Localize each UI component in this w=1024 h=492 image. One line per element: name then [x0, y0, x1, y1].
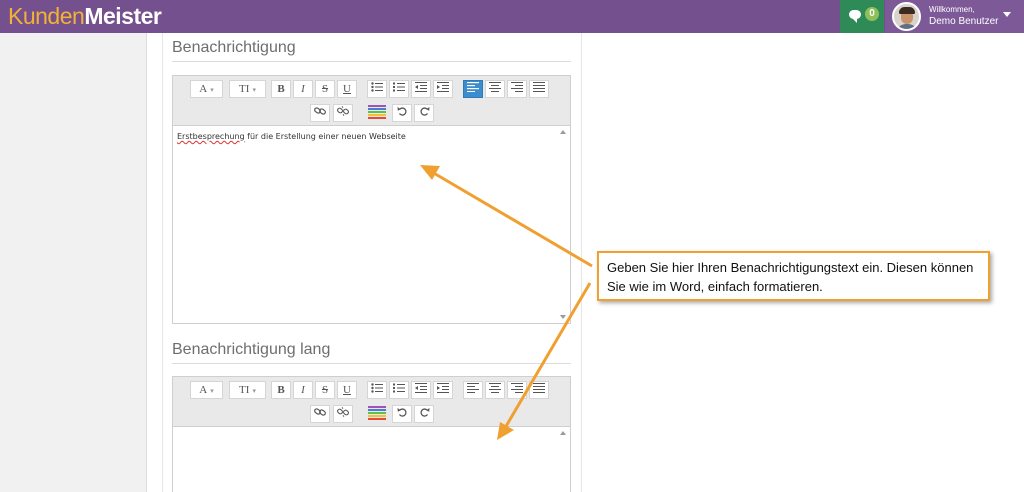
undo-icon — [397, 107, 407, 116]
underline-button[interactable]: U — [337, 80, 357, 98]
text-color-button[interactable] — [366, 405, 388, 423]
indent-icon — [437, 383, 449, 393]
chat-bubble-icon — [849, 10, 861, 23]
editor-toolbar-1: A ▾ TI ▾ B I S U — [172, 75, 571, 125]
section-divider — [172, 363, 571, 364]
bullet-list-icon — [371, 82, 383, 92]
app-logo[interactable]: KundenMeister — [8, 2, 162, 30]
justify-icon — [533, 383, 545, 393]
redo-button[interactable] — [414, 405, 434, 423]
indent-icon — [437, 82, 449, 92]
help-callout: Geben Sie hier Ihren Benachrichtigungste… — [597, 251, 990, 301]
bold-button[interactable]: B — [271, 80, 291, 98]
chat-notifications-button[interactable]: 0 — [840, 0, 884, 33]
section-divider — [172, 61, 571, 62]
bullet-list-icon — [371, 383, 383, 393]
color-palette-icon — [368, 105, 386, 119]
numbered-list-icon — [393, 82, 405, 92]
align-left-button[interactable] — [463, 381, 483, 399]
notification-editor[interactable]: Erstbesprechung für die Erstellung einer… — [172, 125, 571, 324]
align-left-icon — [467, 383, 479, 393]
justify-icon — [533, 82, 545, 92]
numbered-list-button[interactable] — [389, 80, 409, 98]
outdent-button[interactable] — [411, 381, 431, 399]
outdent-icon — [415, 82, 427, 92]
logo-part-meister: Meister — [84, 3, 162, 29]
align-left-icon — [467, 82, 479, 92]
link-icon — [314, 408, 326, 416]
misspelled-word: Erstbesprechung — [177, 132, 245, 141]
link-icon — [314, 107, 326, 115]
chevron-down-icon[interactable] — [1003, 12, 1011, 17]
unlink-icon — [337, 105, 349, 117]
font-size-dropdown[interactable]: TI ▾ — [229, 381, 266, 399]
align-left-button[interactable] — [463, 80, 483, 98]
italic-button[interactable]: I — [293, 381, 313, 399]
align-right-button[interactable] — [507, 381, 527, 399]
bullet-list-button[interactable] — [367, 80, 387, 98]
chat-count-badge: 0 — [865, 7, 879, 21]
avatar — [892, 2, 921, 31]
strikethrough-button[interactable]: S — [315, 381, 335, 399]
align-center-button[interactable] — [485, 80, 505, 98]
section-title-benachrichtigung-lang: Benachrichtigung lang — [172, 341, 331, 358]
font-family-dropdown[interactable]: A ▾ — [190, 381, 223, 399]
top-bar: KundenMeister 0 Willkommen, Demo Benutze… — [0, 0, 1024, 33]
italic-button[interactable]: I — [293, 80, 313, 98]
redo-icon — [419, 408, 429, 417]
outdent-icon — [415, 383, 427, 393]
justify-button[interactable] — [529, 80, 549, 98]
scroll-down-icon[interactable] — [560, 315, 566, 319]
scroll-up-icon[interactable] — [560, 130, 566, 134]
unlink-button[interactable] — [333, 104, 353, 122]
unlink-button[interactable] — [333, 405, 353, 423]
notification-text[interactable]: Erstbesprechung für die Erstellung einer… — [177, 132, 406, 141]
notification-text-rest: für die Erstellung einer neuen Webseite — [244, 132, 406, 141]
numbered-list-button[interactable] — [389, 381, 409, 399]
notification-long-editor[interactable] — [172, 426, 571, 492]
align-center-icon — [489, 82, 501, 92]
user-menu[interactable]: Willkommen, Demo Benutzer — [885, 0, 1024, 33]
scroll-up-icon[interactable] — [560, 431, 566, 435]
underline-button[interactable]: U — [337, 381, 357, 399]
link-button[interactable] — [310, 405, 330, 423]
indent-button[interactable] — [433, 381, 453, 399]
logo-part-kunden: Kunden — [8, 3, 85, 29]
font-family-dropdown[interactable]: A ▾ — [190, 80, 223, 98]
redo-button[interactable] — [414, 104, 434, 122]
align-right-button[interactable] — [507, 80, 527, 98]
align-right-icon — [511, 383, 523, 393]
section-title-benachrichtigung: Benachrichtigung — [172, 39, 296, 56]
numbered-list-icon — [393, 383, 405, 393]
justify-button[interactable] — [529, 381, 549, 399]
align-center-icon — [489, 383, 501, 393]
bold-button[interactable]: B — [271, 381, 291, 399]
editor-toolbar-2: A ▾ TI ▾ B I S U — [172, 376, 571, 426]
text-color-button[interactable] — [366, 104, 388, 122]
undo-icon — [397, 408, 407, 417]
link-button[interactable] — [310, 104, 330, 122]
align-right-icon — [511, 82, 523, 92]
color-palette-icon — [368, 406, 386, 420]
undo-button[interactable] — [392, 405, 412, 423]
unlink-icon — [337, 406, 349, 418]
username-text: Demo Benutzer — [929, 16, 999, 27]
font-size-dropdown[interactable]: TI ▾ — [229, 80, 266, 98]
align-center-button[interactable] — [485, 381, 505, 399]
left-sidebar — [0, 33, 147, 492]
undo-button[interactable] — [392, 104, 412, 122]
strikethrough-button[interactable]: S — [315, 80, 335, 98]
welcome-text: Willkommen, — [929, 5, 975, 14]
bullet-list-button[interactable] — [367, 381, 387, 399]
redo-icon — [419, 107, 429, 116]
indent-button[interactable] — [433, 80, 453, 98]
outdent-button[interactable] — [411, 80, 431, 98]
